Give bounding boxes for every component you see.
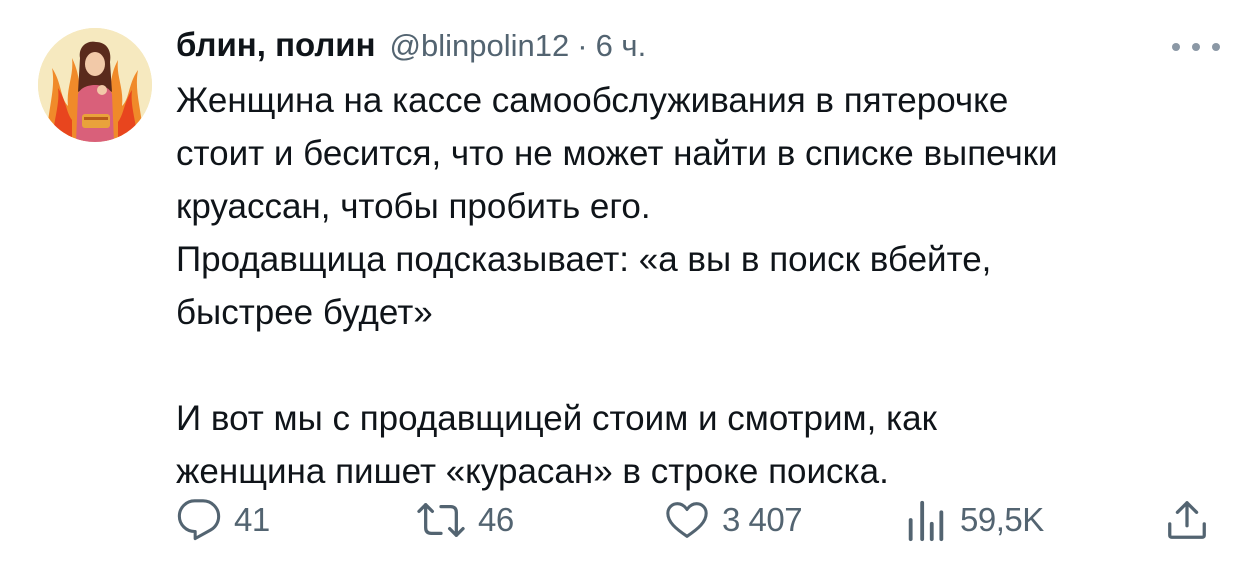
- tweet-text: Женщина на кассе самообслуживания в пяте…: [176, 74, 1216, 498]
- text-line: И вот мы с продавщицей стоим и смотрим, …: [176, 399, 937, 438]
- like-button[interactable]: 3 407: [664, 490, 803, 550]
- text-line: Продавщица подсказывает: «а вы в поиск в…: [176, 240, 992, 279]
- share-button[interactable]: [1164, 490, 1210, 550]
- tweet-header: блин, полин @blinpolin12 · 6 ч.: [176, 26, 646, 68]
- reply-icon: [177, 499, 221, 541]
- views-count: 59,5K: [960, 501, 1044, 538]
- text-line: стоит и бесится, что не может найти в сп…: [176, 134, 1058, 173]
- retweet-icon: [417, 503, 465, 537]
- timestamp[interactable]: 6 ч.: [596, 28, 647, 64]
- share-icon: [1168, 501, 1206, 539]
- reply-count: 41: [234, 501, 270, 538]
- views-button[interactable]: 59,5K: [904, 490, 1044, 550]
- avatar[interactable]: [38, 28, 152, 142]
- action-bar: 41 46 3 407 59,5K: [0, 490, 1260, 550]
- more-horizontal-icon: [1192, 43, 1200, 51]
- retweet-button[interactable]: 46: [416, 490, 514, 550]
- separator: ·: [577, 28, 588, 63]
- more-options-button[interactable]: [1172, 40, 1220, 54]
- like-count: 3 407: [722, 501, 803, 538]
- avatar-image: [38, 28, 152, 142]
- reply-button[interactable]: 41: [176, 490, 270, 550]
- author-name[interactable]: блин, полин: [176, 26, 376, 64]
- text-line: круассан, чтобы пробить его.: [176, 187, 651, 226]
- more-horizontal-icon: [1212, 43, 1220, 51]
- heart-icon: [666, 502, 708, 538]
- author-handle[interactable]: @blinpolin12: [390, 28, 570, 64]
- views-chart-icon: [908, 500, 944, 542]
- text-line: Женщина на кассе самообслуживания в пяте…: [176, 81, 1009, 120]
- more-horizontal-icon: [1172, 43, 1180, 51]
- text-line: быстрее будет»: [176, 293, 433, 332]
- retweet-count: 46: [478, 501, 514, 538]
- tweet: блин, полин @blinpolin12 · 6 ч. Женщина …: [0, 0, 1260, 570]
